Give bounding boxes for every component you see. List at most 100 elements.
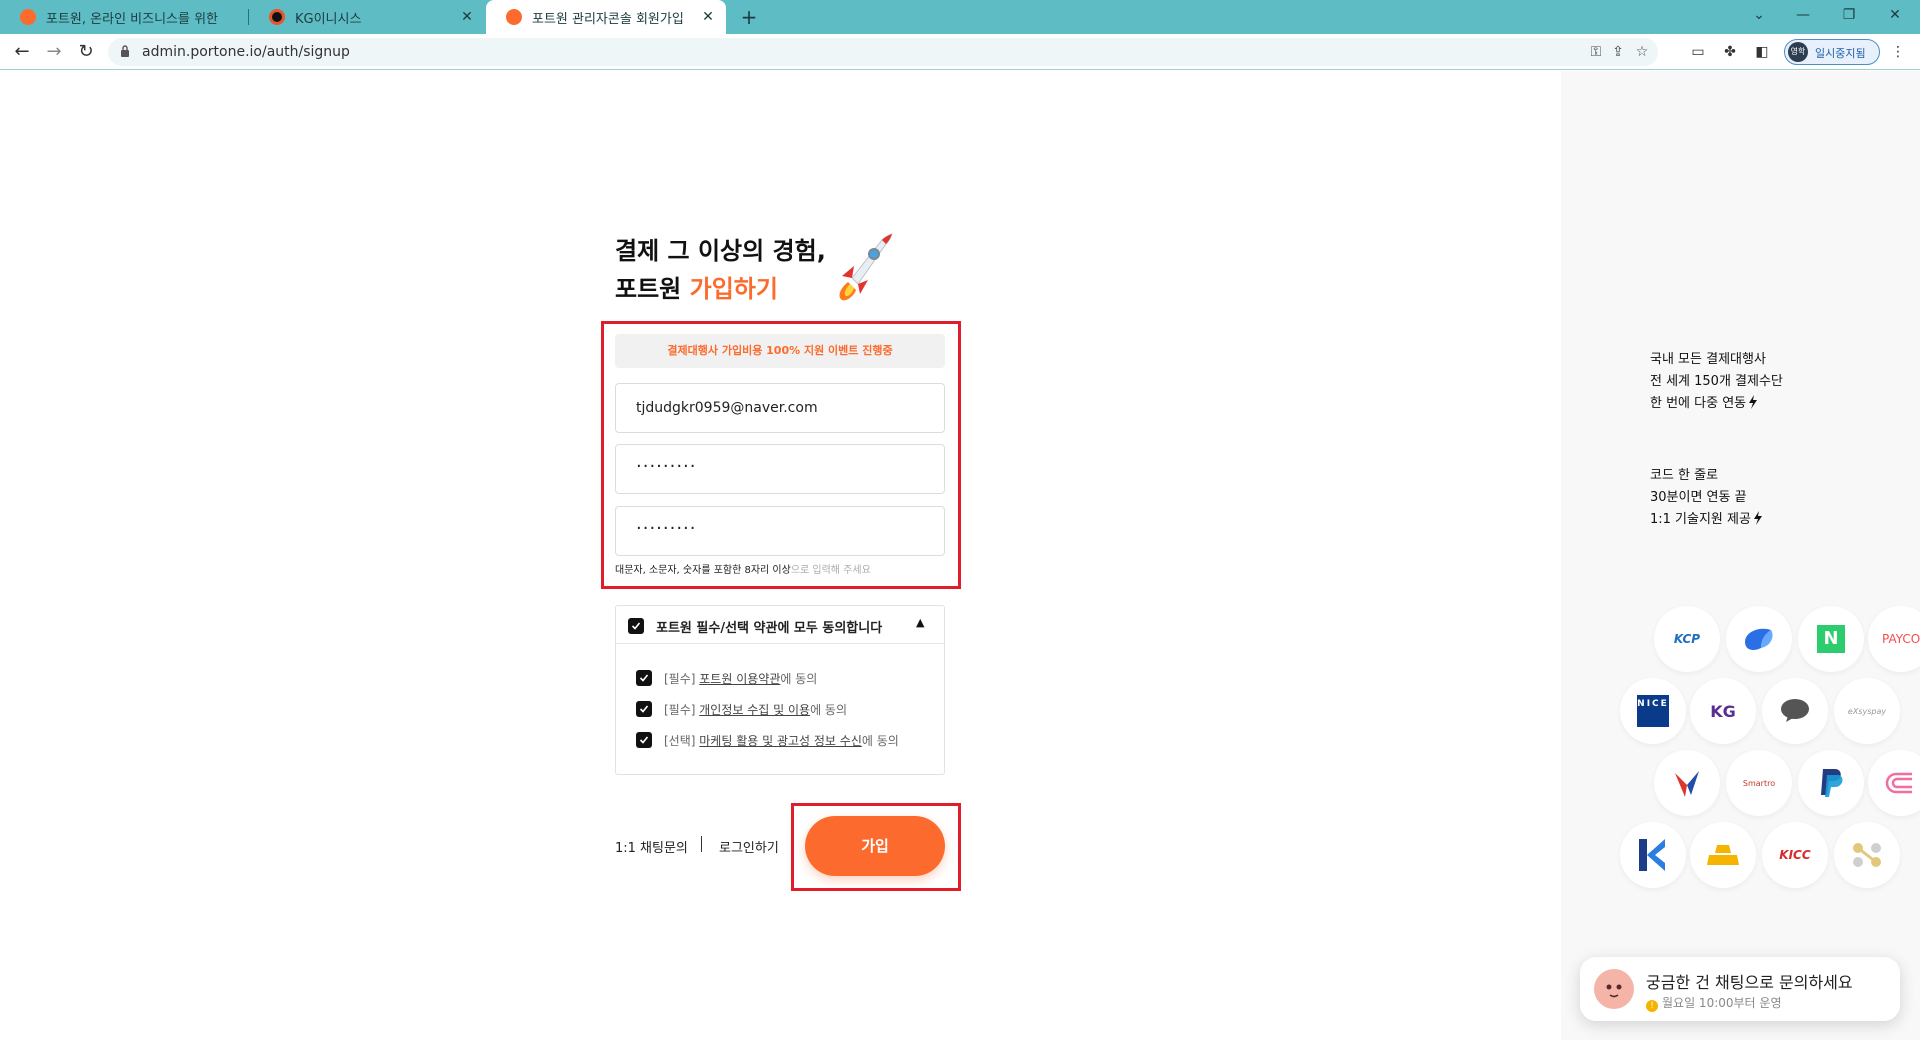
extensions-icon[interactable]: ✤ <box>1720 42 1740 62</box>
kcp-logo-text: KCP <box>1673 632 1701 646</box>
forward-button[interactable]: → <box>42 40 66 64</box>
right-panel <box>1561 71 1920 1040</box>
page-title: 결제 그 이상의 경험, 포트원 가입하기 <box>615 232 826 308</box>
new-tab-button[interactable]: + <box>736 4 762 30</box>
term-link[interactable]: 포트원 이용약관 <box>699 672 780 686</box>
inicis-favicon-icon <box>269 9 285 25</box>
tab-signup[interactable]: 포트원 관리자콘솔 회원가입 ✕ <box>486 0 726 34</box>
terms-box: 포트원 필수/선택 약관에 모두 동의합니다 ▲ [필수] 포트원 이용약관에 … <box>615 605 945 775</box>
heading-line-1: 결제 그 이상의 경험, <box>615 237 826 265</box>
term-suffix: 에 동의 <box>780 672 818 686</box>
password-hint: 대문자, 소문자, 숫자를 포함한 8자리 이상으로 입력해 주세요 <box>615 561 871 576</box>
paypal-logo-icon <box>1798 750 1864 816</box>
share-icon[interactable]: ⇪ <box>1608 42 1628 62</box>
kcp-logo: KCP <box>1654 606 1720 672</box>
profile-status: 일시중지됨 <box>1815 47 1866 60</box>
sidepanel-icon[interactable]: ◧ <box>1752 42 1772 62</box>
tab-title: 포트원, 온라인 비즈니스를 위한 <box>46 11 219 27</box>
browser-toolbar: ← → ↻ admin.portone.io/auth/signup ⚿ ⇪ ☆… <box>0 34 1920 70</box>
star-icon[interactable]: ☆ <box>1632 42 1652 62</box>
reload-button[interactable]: ↻ <box>74 40 98 64</box>
profile-button[interactable]: 영학 일시중지됨 <box>1784 39 1880 65</box>
terms-all-agree-row[interactable]: 포트원 필수/선택 약관에 모두 동의합니다 ▲ <box>616 606 944 644</box>
password-hint-suffix: 으로 입력해 주세요 <box>790 565 871 576</box>
kicc-logo-text: KICC <box>1779 848 1811 862</box>
tab-kg-inicis[interactable]: KG이니시스 ✕ <box>249 0 485 34</box>
collapse-caret-icon[interactable]: ▲ <box>916 616 924 629</box>
term-label: [필수] 포트원 이용약관에 동의 <box>664 670 817 687</box>
address-bar[interactable]: admin.portone.io/auth/signup ⚿ ⇪ ☆ <box>108 38 1658 66</box>
kg-logo-text: KG <box>1710 701 1736 721</box>
term-link[interactable]: 마케팅 활용 및 광고성 정보 수신 <box>699 734 862 748</box>
check-icon <box>639 705 649 713</box>
term-suffix: 에 동의 <box>810 703 848 717</box>
portone-favicon-icon <box>20 9 36 25</box>
term-label: [필수] 개인정보 수집 및 이용에 동의 <box>664 701 847 718</box>
kg-logo: KG <box>1690 678 1756 744</box>
rocket-icon <box>839 233 893 301</box>
lock-icon <box>121 45 129 57</box>
feature-line: 코드 한 줄로 <box>1650 468 1719 483</box>
tab-search-chevron-icon[interactable]: ⌄ <box>1736 0 1782 34</box>
term-link[interactable]: 개인정보 수집 및 이용 <box>699 703 810 717</box>
payco-logo-text: PAYCO <box>1882 632 1920 646</box>
divider <box>701 836 702 852</box>
password-confirm-field[interactable]: ········· <box>615 506 945 556</box>
check-icon <box>631 622 641 630</box>
smartro-logo-text: Smartro <box>1742 778 1776 788</box>
portone-favicon-icon <box>506 9 522 25</box>
feature-line: 1:1 기술지원 제공 <box>1650 509 1763 531</box>
login-link[interactable]: 로그인하기 <box>719 837 779 856</box>
term-checkbox[interactable] <box>636 670 652 686</box>
term-prefix: [필수] <box>664 672 700 686</box>
menu-icon[interactable]: ⋮ <box>1888 42 1908 62</box>
feature-line: 전 세계 150개 결제수단 <box>1650 374 1783 389</box>
feature-block-2: 코드 한 줄로 30분이면 연동 끝 1:1 기술지원 제공 <box>1650 465 1763 531</box>
all-agree-checkbox[interactable] <box>628 618 644 634</box>
chat-widget[interactable]: 궁금한 건 채팅으로 문의하세요 ! 월요일 10:00부터 운영 <box>1580 957 1900 1021</box>
chat-bot-avatar <box>1594 969 1634 1009</box>
term-prefix: [선택] <box>664 734 700 748</box>
back-button[interactable]: ← <box>10 40 34 64</box>
feature-text: 1:1 기술지원 제공 <box>1650 512 1751 527</box>
warning-icon: ! <box>1646 1000 1658 1012</box>
tab-title: KG이니시스 <box>295 11 362 27</box>
term-checkbox[interactable] <box>636 701 652 717</box>
close-icon[interactable]: ✕ <box>457 9 477 25</box>
all-agree-label: 포트원 필수/선택 약관에 모두 동의합니다 <box>656 621 883 636</box>
email-field[interactable]: tjdudgkr0959@naver.com <box>615 383 945 433</box>
url-text: admin.portone.io/auth/signup <box>142 44 350 60</box>
nice-logo-text: NICE <box>1637 695 1669 727</box>
cast-icon[interactable]: ▭ <box>1688 42 1708 62</box>
restore-button[interactable]: ❐ <box>1826 0 1872 34</box>
toss-logo-icon <box>1726 606 1792 672</box>
term-checkbox[interactable] <box>636 732 652 748</box>
close-icon[interactable]: ✕ <box>698 9 718 25</box>
chat-hours: 월요일 10:00부터 운영 <box>1662 996 1782 1010</box>
dots-logo-icon <box>1834 822 1900 888</box>
minimize-button[interactable]: — <box>1780 0 1826 34</box>
bluewalnut-logo-icon <box>1654 750 1720 816</box>
chat-widget-title: 궁금한 건 채팅으로 문의하세요 <box>1646 973 1853 992</box>
nice-logo: NICE <box>1620 678 1686 744</box>
key-icon[interactable]: ⚿ <box>1586 42 1606 62</box>
exsyspay-logo: eXsyspay <box>1834 678 1900 744</box>
term-label: [선택] 마케팅 활용 및 광고성 정보 수신에 동의 <box>664 732 899 749</box>
heading-brand: 포트원 <box>615 275 690 303</box>
join-button[interactable]: 가입 <box>805 816 945 876</box>
naverpay-logo-icon: N <box>1798 606 1864 672</box>
check-icon <box>639 674 649 682</box>
chat-widget-subtitle: ! 월요일 10:00부터 운영 <box>1646 994 1782 1012</box>
chat-inquiry-link[interactable]: 1:1 채팅문의 <box>615 837 688 856</box>
term-prefix: [필수] <box>664 703 700 717</box>
password-field[interactable]: ········· <box>615 444 945 494</box>
lightning-icon <box>1749 395 1758 409</box>
tab-portone-home[interactable]: 포트원, 온라인 비즈니스를 위한 <box>0 0 248 34</box>
feature-text: 한 번에 다중 연동 <box>1650 396 1747 411</box>
feature-line: 국내 모든 결제대행사 <box>1650 352 1766 367</box>
heading-line-2: 포트원 가입하기 <box>615 270 826 308</box>
feature-line: 30분이면 연동 끝 <box>1650 490 1747 505</box>
goldbar-logo-icon <box>1690 822 1756 888</box>
close-window-button[interactable]: ✕ <box>1872 0 1918 34</box>
feature-block-1: 국내 모든 결제대행사 전 세계 150개 결제수단 한 번에 다중 연동 <box>1650 349 1783 415</box>
